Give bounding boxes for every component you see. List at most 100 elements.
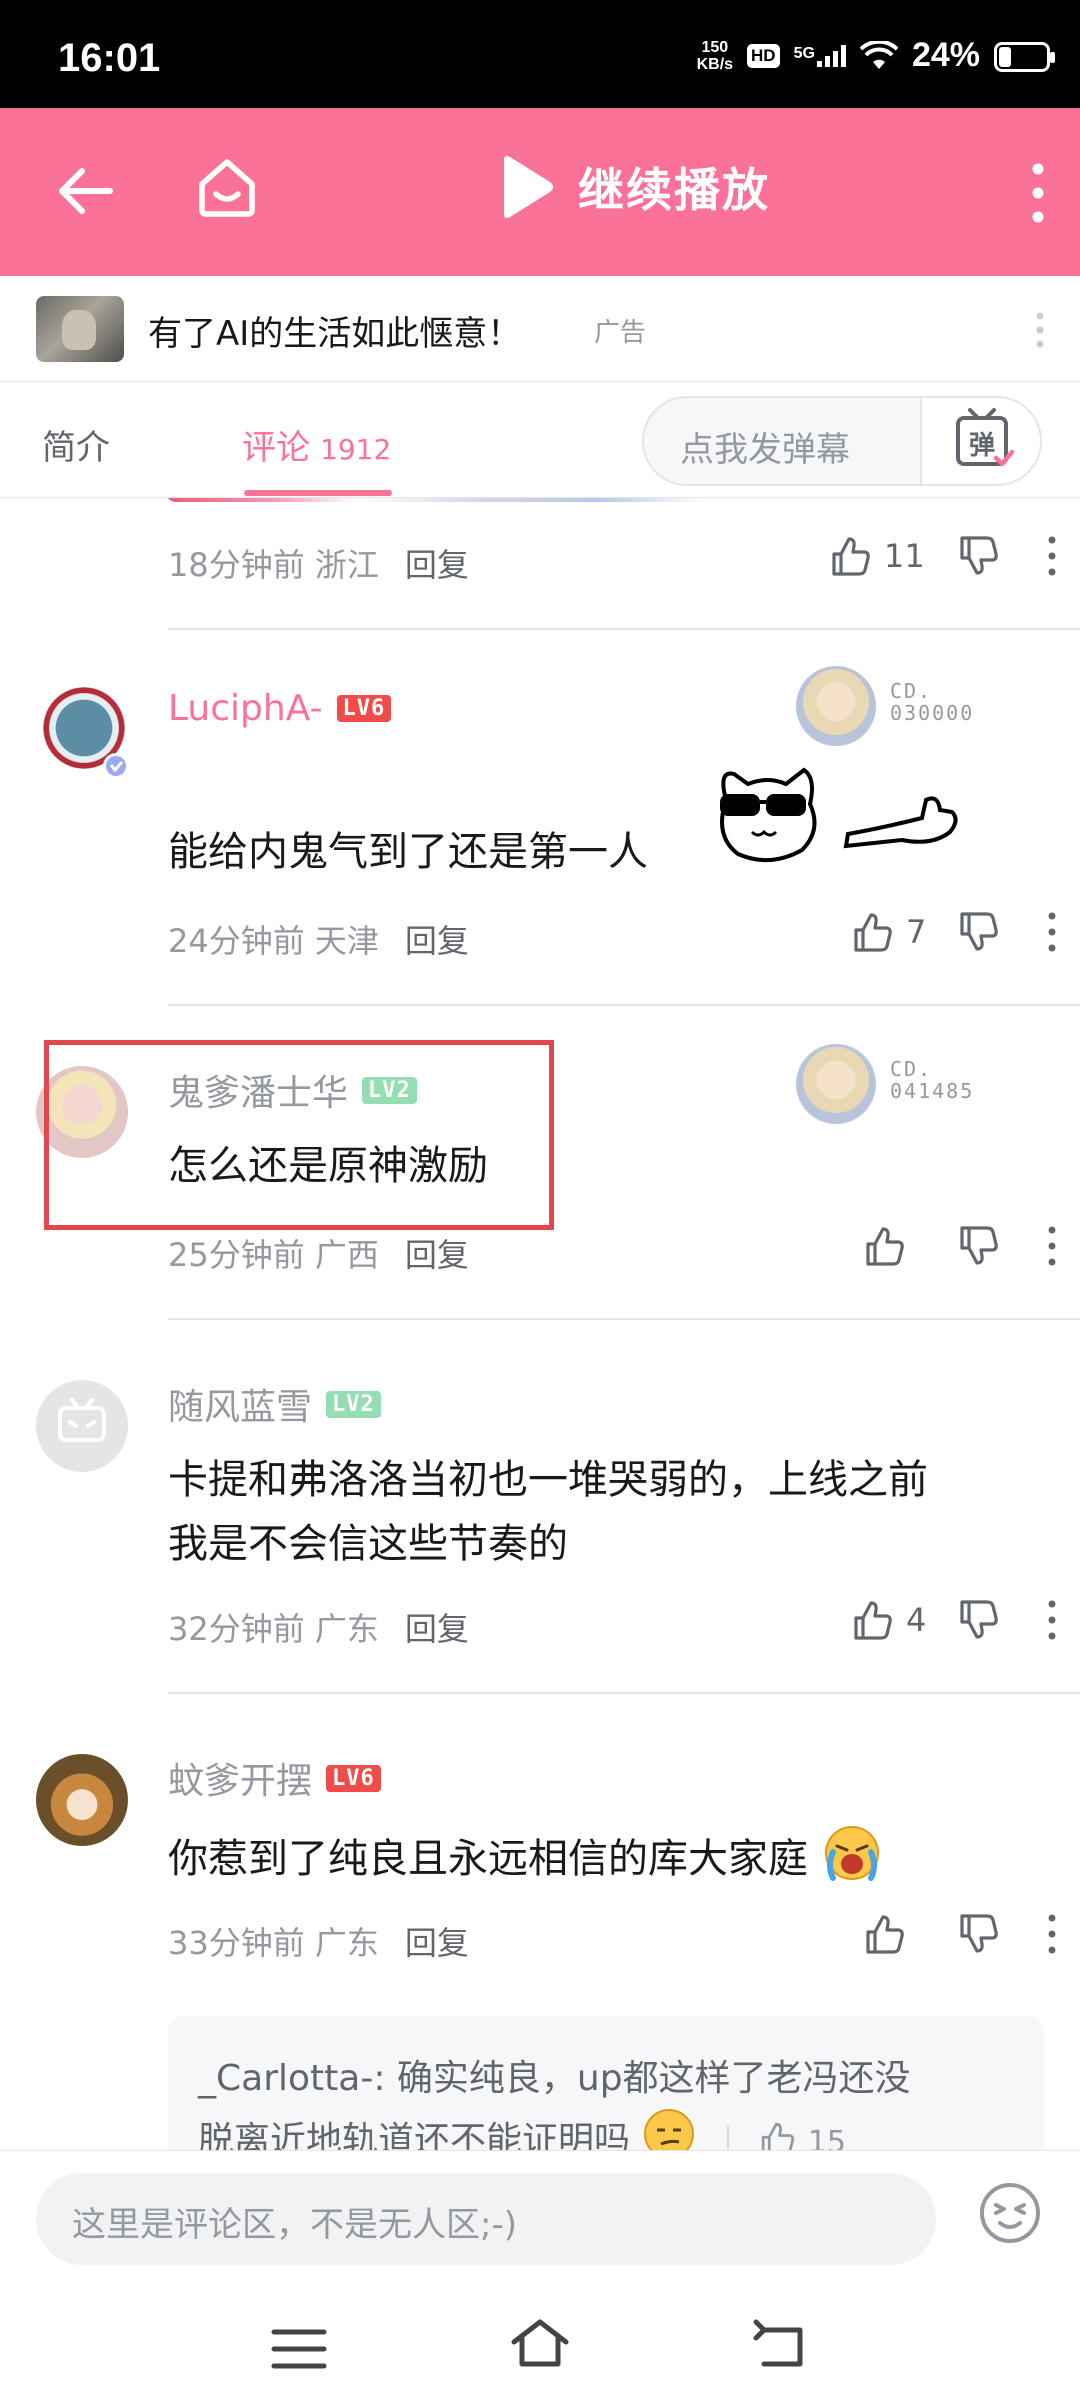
danmaku-input[interactable]: 点我发弹幕	[680, 422, 850, 471]
highlight-box	[44, 1040, 554, 1230]
comment-meta: 25分钟前 广西 回复	[168, 1230, 469, 1276]
avatar[interactable]	[36, 1380, 128, 1472]
hd-icon: HD	[747, 43, 780, 68]
danmaku-input-box[interactable]: 点我发弹幕 弹	[642, 396, 1042, 486]
status-time: 16:01	[58, 36, 161, 80]
fan-medal-avatar	[796, 1044, 876, 1124]
ad-thumbnail	[36, 296, 124, 362]
sub-reply-box[interactable]: _Carlotta-: 确实纯良，up都这样了老冯还没 脱离近地轨道还不能证明吗…	[168, 2016, 1044, 2150]
comment-text: 卡提和弗洛洛当初也一堆哭弱的，上线之前 我是不会信这些节奏的	[168, 1457, 928, 1567]
emoji-icon[interactable]	[978, 2181, 1042, 2245]
svg-text:弹: 弹	[969, 431, 995, 461]
tab-comments[interactable]: 评论 1912	[242, 420, 391, 469]
comment-username[interactable]: 蚊爹开摆 LV6	[168, 1752, 381, 1804]
continue-play-label: 继续播放	[578, 163, 770, 217]
level-badge: LV2	[326, 1390, 381, 1418]
fan-number: CD. 041485	[890, 1057, 975, 1103]
like-button[interactable]: 4	[850, 1598, 928, 1642]
comment-username[interactable]: 随风蓝雪 LV2	[168, 1378, 381, 1430]
back-arrow-icon[interactable]	[52, 156, 122, 226]
ad-more-icon[interactable]	[1030, 310, 1050, 350]
thumbs-down-icon[interactable]	[956, 1598, 1000, 1642]
danmaku-toggle-button[interactable]: 弹	[920, 398, 1040, 484]
video-top-bar: 继续播放	[0, 108, 1080, 276]
more-vertical-icon[interactable]	[1018, 160, 1058, 226]
status-bar: 16:01 150 KB/s HD 5G 24%	[0, 0, 1080, 108]
more-vertical-icon[interactable]	[1044, 534, 1060, 578]
smirk-emoji-icon	[644, 2109, 695, 2150]
comment-actions	[862, 1224, 1060, 1268]
tab-intro[interactable]: 简介	[42, 420, 110, 469]
verified-icon	[103, 753, 129, 779]
home-icon[interactable]	[508, 2312, 572, 2376]
thumbs-up-icon	[832, 537, 870, 576]
comment-meta: 18分钟前 浙江 回复	[168, 540, 469, 586]
level-badge: LV6	[336, 695, 392, 722]
system-nav-bar	[0, 2288, 1080, 2408]
reply-button[interactable]: 回复	[405, 916, 469, 962]
comment-image-preview[interactable]	[166, 498, 706, 502]
menu-icon[interactable]	[268, 2324, 330, 2374]
like-button[interactable]: 11	[828, 534, 928, 578]
reply-button[interactable]: 回复	[405, 1918, 469, 1964]
active-tab-indicator	[244, 490, 392, 496]
level-badge: LV6	[326, 1764, 381, 1792]
home-icon[interactable]	[192, 152, 262, 222]
thumbs-up-icon	[866, 1915, 904, 1954]
sub-reply-text: _Carlotta-: 确实纯良，up都这样了老冯还没 脱离近地轨道还不能证明吗…	[198, 2052, 911, 2150]
like-button[interactable]	[862, 1224, 906, 1268]
comment-count: 1912	[320, 433, 392, 466]
thumbs-up-icon	[854, 1601, 892, 1640]
sub-reply-user[interactable]: _Carlotta-	[198, 2058, 373, 2099]
comment-meta: 33分钟前 广东 回复	[168, 1918, 469, 1964]
comment-list[interactable]: 18分钟前 浙江 回复 11 LuciphA- LV6 CD. 030000 能…	[0, 498, 1080, 2150]
more-vertical-icon[interactable]	[1044, 1598, 1060, 1642]
back-icon[interactable]	[750, 2314, 814, 2376]
wifi-icon	[859, 40, 898, 69]
status-indicators: 150 KB/s HD 5G 24%	[697, 36, 980, 75]
comment-username[interactable]: LuciphA- LV6	[168, 688, 392, 729]
comment-divider	[168, 1004, 1080, 1006]
comment-input-bar: 这里是评论区，不是无人区;-)	[0, 2150, 1080, 2288]
comment-input[interactable]: 这里是评论区，不是无人区;-)	[36, 2173, 936, 2265]
thumbs-down-icon[interactable]	[956, 910, 1000, 954]
crying-emoji-icon	[824, 1826, 879, 1881]
comment-divider	[168, 628, 1080, 630]
more-vertical-icon[interactable]	[1044, 1912, 1060, 1956]
thumbs-down-icon[interactable]	[956, 1224, 1000, 1268]
thumbs-up-icon	[762, 2122, 795, 2150]
default-avatar-icon	[58, 1398, 106, 1442]
reply-button[interactable]: 回复	[405, 1604, 469, 1650]
thumbs-up-icon	[854, 913, 892, 952]
ad-text: 有了AI的生活如此惬意！	[148, 314, 522, 354]
ad-banner[interactable]: 有了AI的生活如此惬意！ 广告	[0, 276, 1080, 382]
danmaku-icon: 弹	[956, 408, 1015, 467]
comment-text: 你惹到了纯良且永远相信的库大家庭	[168, 1822, 883, 1891]
thumbs-down-icon[interactable]	[956, 1912, 1000, 1956]
reply-button[interactable]: 回复	[405, 540, 469, 586]
cool-cat-sticker	[720, 767, 958, 863]
battery-percent: 24%	[911, 36, 980, 74]
like-button[interactable]: 7	[850, 910, 928, 954]
thumbs-down-icon[interactable]	[956, 534, 1000, 578]
fan-number: CD. 030000	[890, 679, 975, 725]
avatar[interactable]	[36, 1754, 128, 1846]
comment-divider	[168, 1318, 1080, 1320]
signal-icon: 5G	[794, 44, 846, 67]
comment-actions: 11	[828, 534, 1060, 578]
play-icon	[504, 156, 553, 218]
comment-meta: 24分钟前 天津 回复	[168, 916, 469, 962]
comment-actions	[862, 1912, 1060, 1956]
continue-play-button[interactable]: 继续播放	[496, 154, 770, 220]
comment-text: 能给内鬼气到了还是第一人	[168, 829, 648, 875]
thumbs-up-icon	[866, 1227, 904, 1266]
more-vertical-icon[interactable]	[1044, 1224, 1060, 1268]
comment-divider	[168, 1692, 1080, 1694]
comment-meta: 32分钟前 广东 回复	[168, 1604, 469, 1650]
reply-button[interactable]: 回复	[405, 1230, 469, 1276]
comment-actions: 7	[850, 910, 1060, 954]
fan-medal-avatar	[796, 666, 876, 746]
more-vertical-icon[interactable]	[1044, 910, 1060, 954]
comment-actions: 4	[850, 1598, 1060, 1642]
like-button[interactable]	[862, 1912, 906, 1956]
